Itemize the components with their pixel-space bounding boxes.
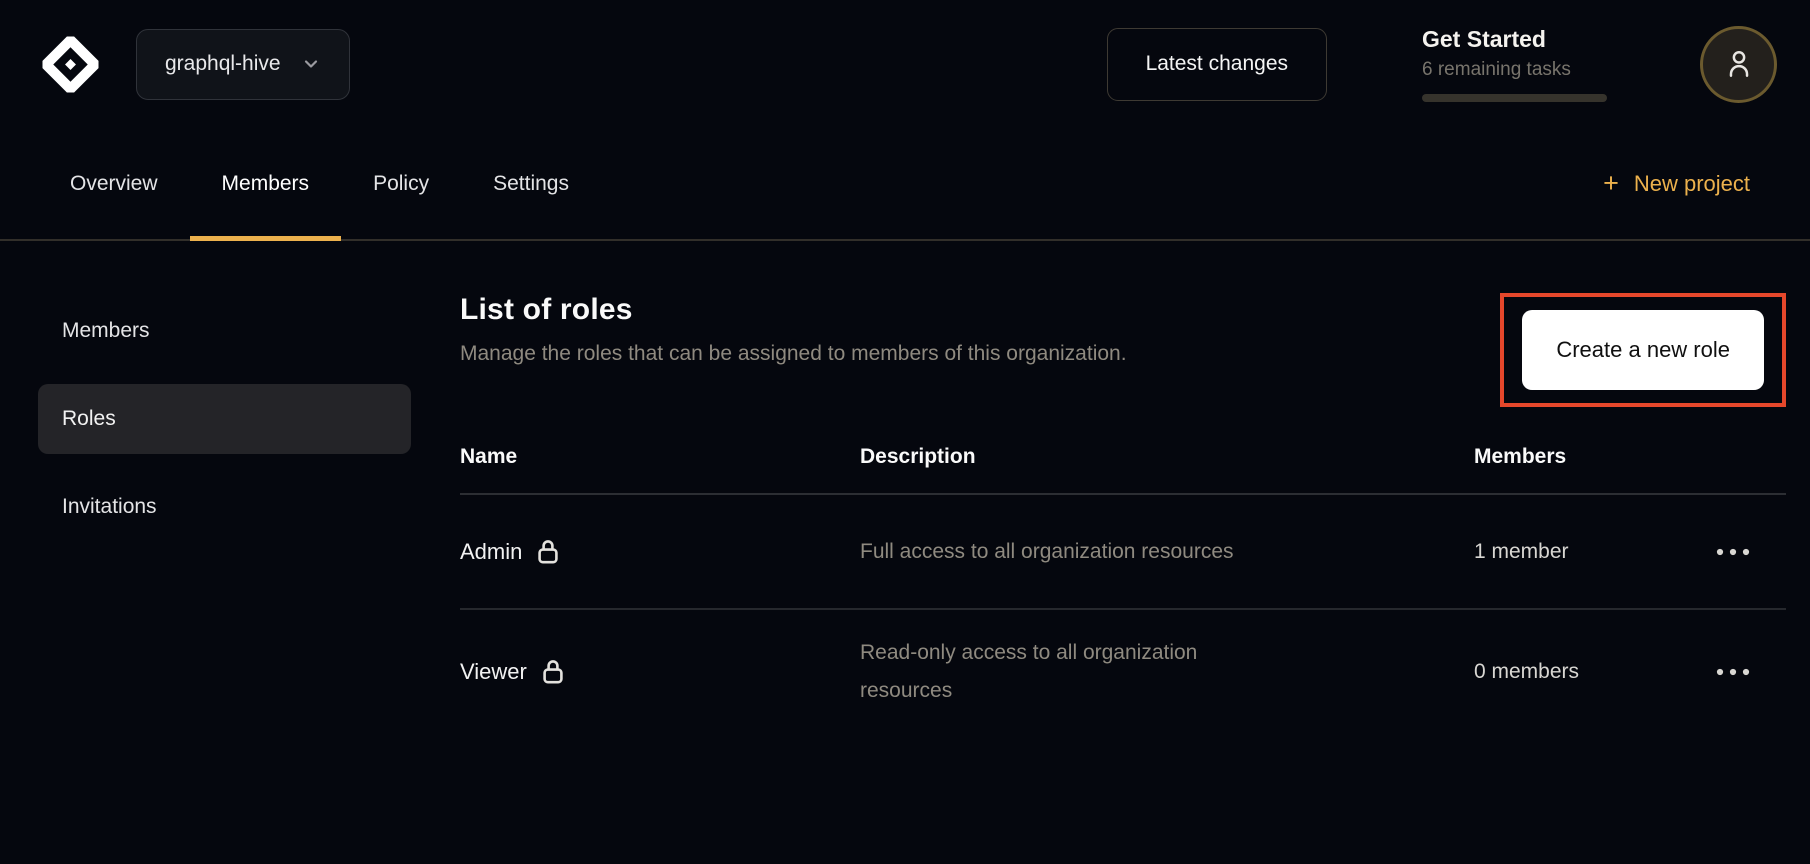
roles-table-header: Name Description Members <box>460 421 1786 495</box>
person-icon <box>1722 46 1756 82</box>
role-name-cell: Viewer <box>460 657 860 687</box>
roles-panel-header: List of roles Manage the roles that can … <box>460 293 1786 407</box>
roles-panel: List of roles Manage the roles that can … <box>460 241 1786 734</box>
tab-policy[interactable]: Policy <box>341 128 461 239</box>
role-name-cell: Admin <box>460 537 860 567</box>
table-row-admin: Admin Full access to all organization re… <box>460 495 1786 610</box>
content-area: Members Roles Invitations List of roles … <box>0 241 1810 734</box>
get-started-widget[interactable]: Get Started 6 remaining tasks <box>1422 26 1608 102</box>
role-actions-cell <box>1706 661 1786 683</box>
ellipsis-icon <box>1714 667 1754 677</box>
role-members-count: 1 member <box>1474 540 1706 564</box>
get-started-title: Get Started <box>1422 26 1608 53</box>
top-bar: graphql-hive Latest changes Get Started … <box>0 0 1810 128</box>
sidebar-item-invitations[interactable]: Invitations <box>38 472 411 542</box>
role-description: Full access to all organization resource… <box>860 533 1250 571</box>
new-project-label: New project <box>1634 171 1750 197</box>
get-started-progress-bar <box>1422 94 1607 102</box>
app-window: graphql-hive Latest changes Get Started … <box>0 0 1810 864</box>
members-sidebar: Members Roles Invitations <box>38 241 411 734</box>
sidebar-item-members[interactable]: Members <box>38 296 411 366</box>
ellipsis-icon <box>1714 547 1754 557</box>
chevron-down-icon <box>301 54 321 74</box>
page-subtitle: Manage the roles that can be assigned to… <box>460 342 1127 366</box>
tab-settings[interactable]: Settings <box>461 128 601 239</box>
tab-members[interactable]: Members <box>190 128 342 239</box>
tab-overview[interactable]: Overview <box>38 128 190 239</box>
ellipsis-menu-button[interactable] <box>1708 661 1760 683</box>
ellipsis-menu-button[interactable] <box>1708 541 1760 563</box>
red-annotation-box: Create a new role <box>1500 293 1786 407</box>
role-actions-cell <box>1706 541 1786 563</box>
plus-icon: + <box>1603 170 1619 197</box>
role-name: Admin <box>460 539 522 565</box>
role-description: Read-only access to all organization res… <box>860 634 1250 710</box>
column-header-name: Name <box>460 445 860 469</box>
roles-table: Name Description Members Admin <box>460 421 1786 734</box>
role-members-count: 0 members <box>1474 660 1706 684</box>
sidebar-item-roles[interactable]: Roles <box>38 384 411 454</box>
organization-name: graphql-hive <box>165 52 281 76</box>
get-started-remaining-tasks: 6 remaining tasks <box>1422 59 1608 81</box>
title-block: List of roles Manage the roles that can … <box>460 293 1127 366</box>
lock-icon <box>541 657 565 687</box>
organization-selector[interactable]: graphql-hive <box>136 29 350 100</box>
latest-changes-button[interactable]: Latest changes <box>1107 28 1327 101</box>
lock-icon <box>536 537 560 567</box>
table-row-viewer: Viewer Read-only access to all organizat… <box>460 610 1786 734</box>
page-title: List of roles <box>460 293 1127 327</box>
column-header-members: Members <box>1474 445 1706 469</box>
user-avatar[interactable] <box>1700 26 1777 103</box>
create-new-role-button[interactable]: Create a new role <box>1522 310 1764 390</box>
tab-bar: Overview Members Policy Settings + New p… <box>0 128 1810 241</box>
column-header-description: Description <box>860 445 1474 469</box>
new-project-button[interactable]: + New project <box>1603 128 1750 239</box>
role-name: Viewer <box>460 659 527 685</box>
hive-logo-icon <box>38 32 103 97</box>
